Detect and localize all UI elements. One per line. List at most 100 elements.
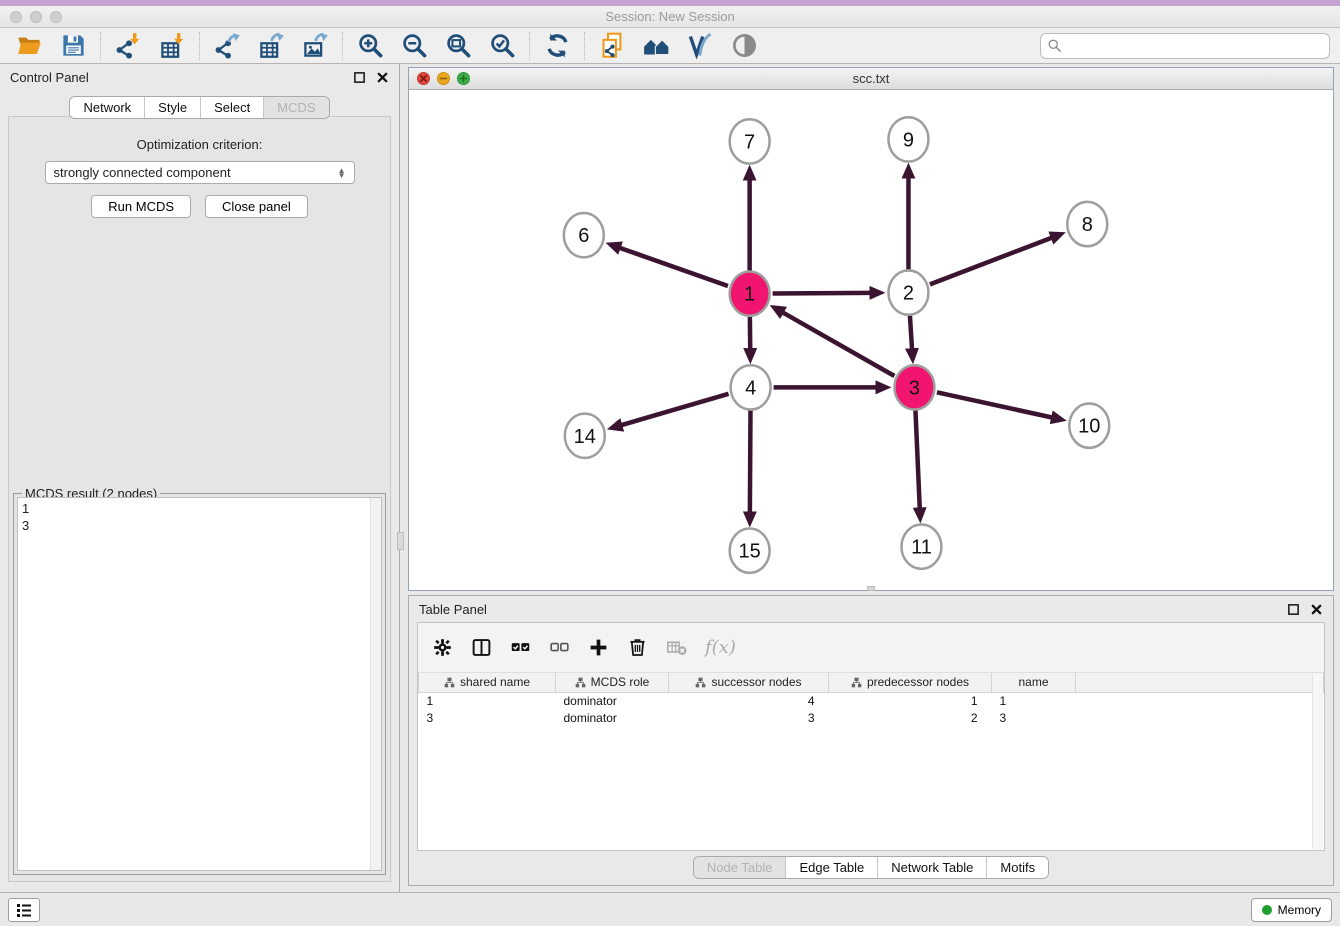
network-minimize-button[interactable] [437,72,450,85]
svg-text:4: 4 [745,377,756,399]
optimization-criterion-select[interactable]: strongly connected component ▲▼ [45,161,355,184]
node-2[interactable]: 2 [888,270,928,314]
table-cell[interactable]: 4 [669,692,829,709]
column-header-predecessor-nodes[interactable]: predecessor nodes [829,673,992,692]
close-table-panel-icon[interactable] [1310,603,1323,616]
column-header-successor-nodes[interactable]: successor nodes [669,673,829,692]
mcds-result-text[interactable]: 1 3 [17,497,382,871]
column-header-shared-name[interactable]: shared name [419,673,556,692]
memory-button[interactable]: Memory [1251,898,1332,922]
edge-3-11[interactable] [915,411,919,510]
deselect-all-button[interactable] [549,637,570,658]
edge-1-2[interactable] [773,293,872,294]
table-cell[interactable]: 1 [419,692,556,709]
node-15[interactable]: 15 [730,529,770,573]
tab-node-table[interactable]: Node Table [694,857,786,878]
select-all-button[interactable] [510,637,531,658]
table-scrollbar[interactable] [1312,674,1323,849]
result-scrollbar[interactable] [370,498,381,870]
edge-3-10[interactable] [937,392,1053,417]
edge-2-3[interactable] [910,316,912,350]
node-6[interactable]: 6 [564,213,604,257]
birdseye-view-button[interactable] [725,30,763,62]
network-resize-grip[interactable] [867,586,875,591]
node-8[interactable]: 8 [1067,202,1107,246]
open-session-button[interactable] [10,30,48,62]
node-4[interactable]: 4 [731,365,771,409]
network-canvas[interactable]: 7 9 6 8 1 2 4 3 14 10 15 11 [409,90,1333,590]
toolbar-separator [100,32,101,60]
table-cell[interactable]: 3 [419,709,556,726]
table-row[interactable]: 3dominator323 [419,709,1324,726]
zoom-fit-button[interactable] [439,30,477,62]
tab-mcds[interactable]: MCDS [263,97,328,118]
table-cell[interactable]: 1 [829,692,992,709]
zoom-selected-button[interactable] [483,30,521,62]
table-cell[interactable]: 1 [992,692,1076,709]
export-network-button[interactable] [208,30,246,62]
float-panel-icon[interactable] [353,71,366,84]
network-close-button[interactable] [417,72,430,85]
export-table-icon [258,32,285,59]
table-row[interactable]: 1dominator411 [419,692,1324,709]
search-input[interactable] [1066,38,1323,53]
node-3[interactable]: 3 [894,365,934,409]
show-panels-button[interactable] [8,898,40,922]
table-cell[interactable]: 2 [829,709,992,726]
node-9[interactable]: 9 [888,117,928,161]
table-cell[interactable]: dominator [556,709,669,726]
export-table-button[interactable] [252,30,290,62]
node-11[interactable]: 11 [901,524,941,568]
import-network-button[interactable] [109,30,147,62]
svg-text:3: 3 [909,377,920,399]
node-7[interactable]: 7 [730,119,770,163]
zoom-selected-icon [489,32,516,59]
table-cell[interactable]: 3 [992,709,1076,726]
panel-splitter-handle[interactable] [397,532,404,550]
run-mcds-button[interactable]: Run MCDS [91,195,191,218]
close-panel-button[interactable]: Close panel [205,195,308,218]
network-window-titlebar[interactable]: scc.txt [409,68,1333,90]
table-settings-button[interactable] [432,637,453,658]
export-image-button[interactable] [296,30,334,62]
tab-style[interactable]: Style [144,97,200,118]
refresh-view-button[interactable] [538,30,576,62]
table-cell[interactable]: dominator [556,692,669,709]
import-table-button[interactable] [153,30,191,62]
close-panel-icon[interactable] [376,71,389,84]
show-columns-button[interactable] [471,637,492,658]
tab-edge-table[interactable]: Edge Table [785,857,877,878]
node-10[interactable]: 10 [1069,404,1109,448]
node-1[interactable]: 1 [730,271,770,315]
zoom-in-button[interactable] [351,30,389,62]
edge-1-6[interactable] [619,247,728,286]
home-view-button[interactable] [637,30,675,62]
search-box[interactable] [1040,33,1330,59]
delete-column-button[interactable] [627,637,648,658]
clone-network-button[interactable] [593,30,631,62]
zoom-out-button[interactable] [395,30,433,62]
svg-text:10: 10 [1078,416,1100,438]
table-cell[interactable]: 3 [669,709,829,726]
edge-2-8[interactable] [930,237,1053,284]
tree-icon [851,677,862,688]
column-header-MCDS-role[interactable]: MCDS role [556,673,669,692]
export-network-icon [214,32,241,59]
tab-motifs[interactable]: Motifs [986,857,1048,878]
add-column-button[interactable] [588,637,609,658]
column-header-name[interactable]: name [992,673,1076,692]
edge-4-15[interactable] [750,411,751,514]
node-14[interactable]: 14 [565,414,605,458]
node-table: shared nameMCDS rolesuccessor nodesprede… [418,673,1324,726]
edge-3-1[interactable] [782,312,895,376]
network-maximize-button[interactable] [457,72,470,85]
table-panel-header: Table Panel [409,596,1333,622]
float-table-panel-icon[interactable] [1287,603,1300,616]
tab-network[interactable]: Network [70,97,144,118]
tab-select[interactable]: Select [200,97,263,118]
save-session-button[interactable] [54,30,92,62]
hide-graphics-details-button[interactable] [681,30,719,62]
tab-network-table[interactable]: Network Table [877,857,986,878]
edge-4-14[interactable] [620,394,728,426]
clone-network-icon [599,32,626,59]
